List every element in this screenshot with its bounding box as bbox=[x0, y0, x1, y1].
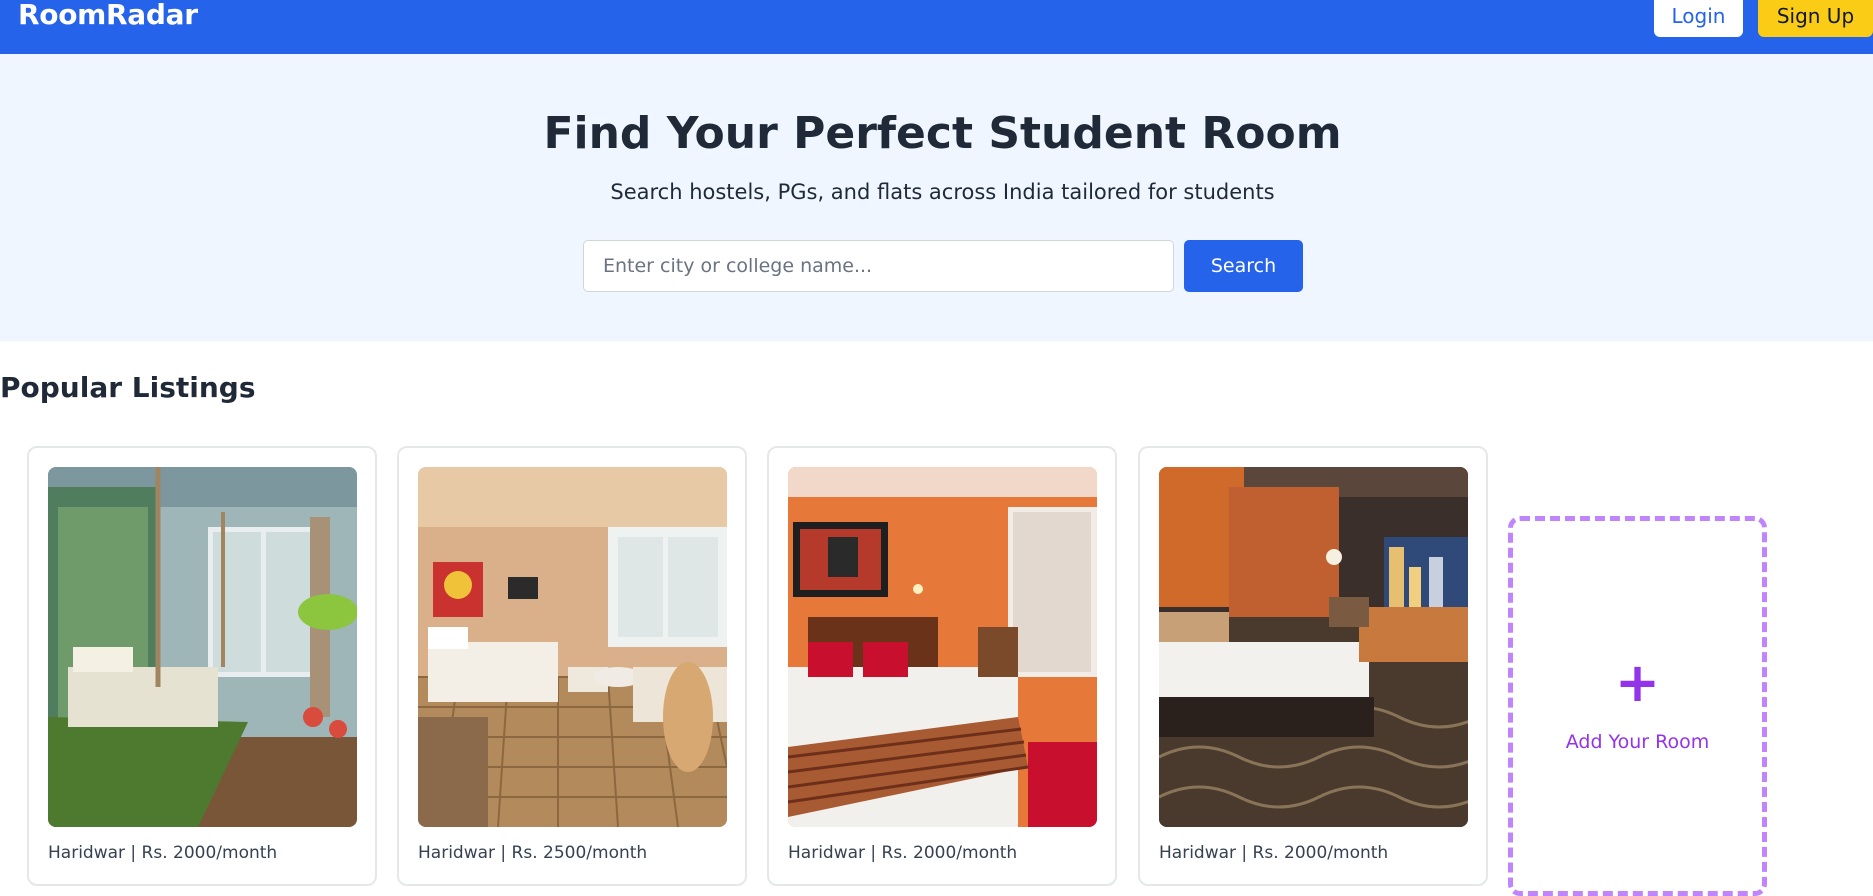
listing-info: Haridwar | Rs. 2000/month bbox=[1159, 843, 1389, 863]
listing-card[interactable]: Haridwar | Rs. 2000/month bbox=[767, 446, 1117, 886]
listing-info: Haridwar | Rs. 2000/month bbox=[48, 843, 278, 863]
hero-subtitle: Search hostels, PGs, and flats across In… bbox=[610, 180, 1275, 204]
listing-photo bbox=[418, 467, 727, 827]
listing-info: Haridwar | Rs. 2500/month bbox=[418, 843, 648, 863]
listing-photo bbox=[1159, 467, 1468, 827]
search-input[interactable] bbox=[583, 240, 1174, 292]
listing-photo bbox=[48, 467, 357, 827]
add-room-label: Add Your Room bbox=[1565, 731, 1710, 753]
hero-title: Find Your Perfect Student Room bbox=[543, 108, 1342, 159]
signup-button[interactable]: Sign Up bbox=[1758, 0, 1873, 37]
listing-info: Haridwar | Rs. 2000/month bbox=[788, 843, 1018, 863]
plus-icon: + bbox=[1614, 651, 1661, 714]
login-button[interactable]: Login bbox=[1654, 0, 1743, 37]
navbar: RoomRadar Login Sign Up bbox=[0, 0, 1873, 54]
hero-section: Find Your Perfect Student Room Search ho… bbox=[0, 54, 1873, 341]
listing-photo bbox=[788, 467, 1097, 827]
listing-card[interactable]: Haridwar | Rs. 2000/month bbox=[27, 446, 377, 886]
section-title: Popular Listings bbox=[0, 371, 256, 404]
add-room-card[interactable]: + Add Your Room bbox=[1508, 516, 1767, 896]
listing-card[interactable]: Haridwar | Rs. 2000/month bbox=[1138, 446, 1488, 886]
listing-card[interactable]: Haridwar | Rs. 2500/month bbox=[397, 446, 747, 886]
search-button[interactable]: Search bbox=[1184, 240, 1303, 292]
brand-logo[interactable]: RoomRadar bbox=[18, 0, 198, 31]
